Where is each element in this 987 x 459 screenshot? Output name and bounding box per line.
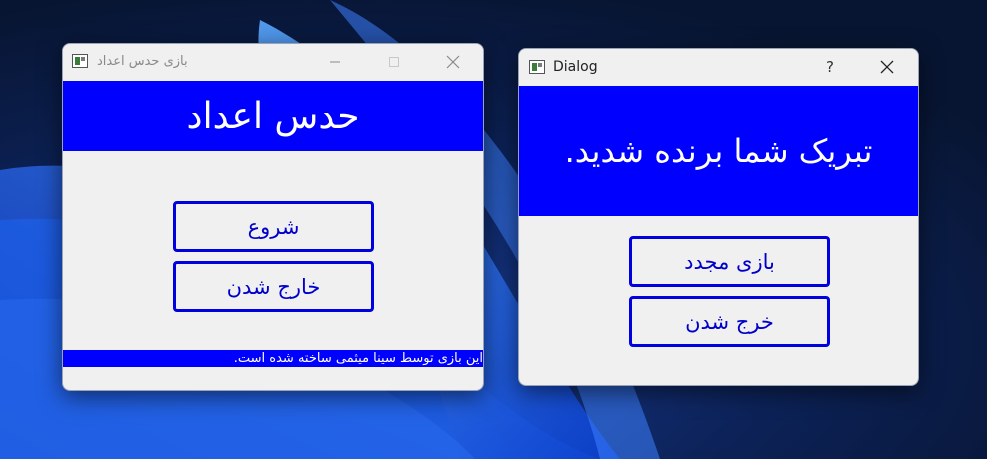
credits-footer: این بازی توسط سینا میثمی ساخته شده است. bbox=[63, 350, 483, 367]
message-banner: تبریک شما برنده شدید. bbox=[519, 86, 918, 216]
dialog-titlebar[interactable]: Dialog ? bbox=[519, 49, 918, 85]
maximize-icon[interactable] bbox=[374, 48, 414, 76]
page-title: حدس اعداد bbox=[186, 95, 360, 137]
app-icon bbox=[529, 60, 545, 74]
start-button[interactable]: شروع bbox=[173, 201, 374, 252]
game-window-titlebar[interactable]: بازی حدس اعداد bbox=[63, 44, 483, 80]
replay-button[interactable]: بازی مجدد bbox=[629, 236, 830, 287]
close-icon[interactable] bbox=[867, 53, 907, 81]
heading-banner: حدس اعداد bbox=[63, 81, 483, 151]
dialog-title: Dialog bbox=[553, 59, 598, 75]
app-icon bbox=[72, 54, 88, 68]
exit-button[interactable]: خرج شدن bbox=[629, 296, 830, 347]
window-title: بازی حدس اعداد bbox=[97, 54, 188, 69]
dialog-window: Dialog ? تبریک شما برنده شدید. بازی مجدد… bbox=[518, 48, 919, 386]
minimize-icon[interactable] bbox=[315, 48, 355, 76]
game-window: بازی حدس اعداد حدس اعداد شروع خارج شدن ا… bbox=[62, 43, 484, 391]
help-glyph: ? bbox=[826, 58, 834, 76]
win-message: تبریک شما برنده شدید. bbox=[564, 132, 873, 170]
exit-button[interactable]: خارج شدن bbox=[173, 261, 374, 312]
credits-text: این بازی توسط سینا میثمی ساخته شده است. bbox=[233, 351, 483, 366]
close-icon[interactable] bbox=[433, 48, 473, 76]
help-icon[interactable]: ? bbox=[810, 53, 850, 81]
